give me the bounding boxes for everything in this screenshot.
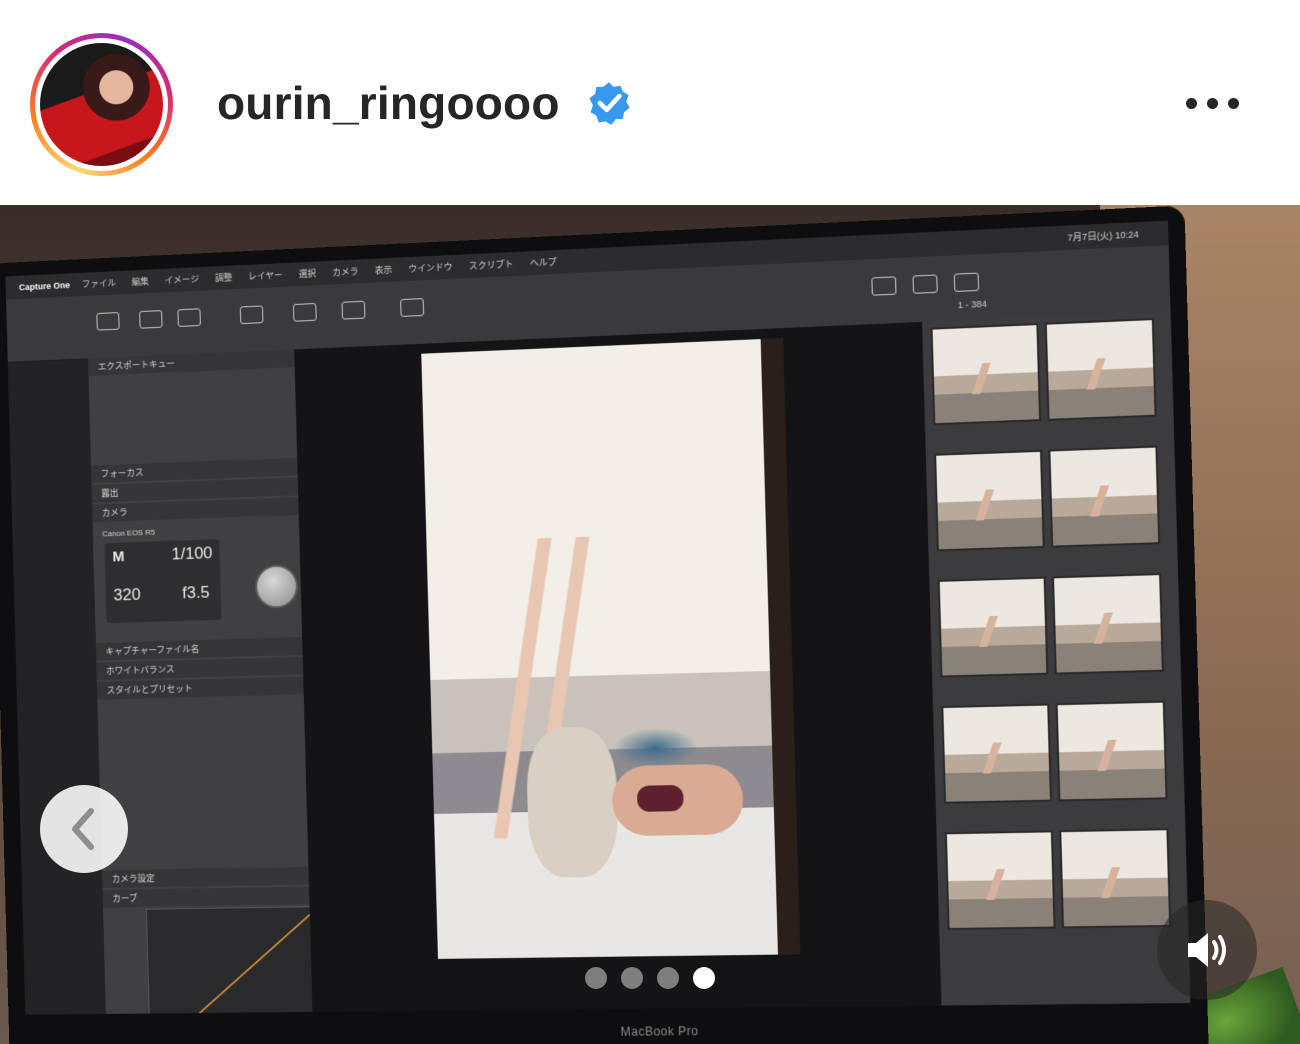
app-name: Capture One — [18, 280, 71, 293]
menu-select: 選択 — [298, 268, 317, 280]
post-header: ourin_ringoooo — [0, 0, 1300, 205]
image-range: 1 - 384 — [957, 298, 987, 311]
menu-script: スクリプト — [468, 259, 514, 272]
menu-adjust: 調整 — [214, 272, 233, 284]
iso-value: 320 — [113, 585, 141, 605]
carousel-dot-active — [693, 967, 715, 989]
thumbnail — [1044, 318, 1157, 421]
grid-icon — [177, 308, 201, 327]
curve-line — [147, 907, 322, 1015]
menu-window: ウインドウ — [408, 261, 453, 274]
shutter-knob — [254, 564, 299, 609]
story-ring[interactable] — [30, 33, 173, 176]
grid-view-icon — [912, 274, 938, 294]
previous-button[interactable] — [40, 785, 128, 873]
carousel-dot — [585, 967, 607, 989]
aperture-value: f3.5 — [182, 582, 210, 603]
undo-icon — [341, 300, 366, 320]
import-icon — [96, 312, 120, 331]
photo-subject-sweater — [525, 726, 620, 878]
viewer-icon — [871, 276, 897, 296]
thumbnail — [934, 449, 1045, 552]
macbook-label: MacBook Pro — [620, 1024, 699, 1039]
thumbnail — [941, 703, 1053, 804]
thumbnail — [1051, 572, 1164, 675]
tool-panel: エクスポートキュー フォーカス 露出 カメラ Canon EOS R5 M 1/… — [88, 349, 312, 1015]
section-curve: カーブ — [102, 886, 310, 908]
reset-icon — [292, 302, 317, 322]
carousel-indicator — [585, 965, 720, 991]
auto-adjust-icon — [400, 298, 425, 317]
thumbnail — [1055, 700, 1168, 802]
chevron-left-icon — [72, 808, 94, 850]
menu-edit: 編集 — [131, 276, 150, 287]
avatar[interactable] — [40, 43, 163, 166]
warning-icon — [953, 272, 980, 293]
export-icon — [139, 310, 163, 329]
section-camera-settings: カメラ設定 — [102, 866, 309, 888]
carousel-dot — [621, 967, 643, 989]
verified-badge-icon — [589, 82, 630, 125]
menu-file: ファイル — [81, 277, 117, 290]
menu-help: ヘルプ — [529, 256, 557, 269]
camera-readout: M 1/100 320 f3.5 — [104, 539, 222, 624]
menu-camera: カメラ — [332, 266, 359, 278]
username[interactable]: ourin_ringoooo — [217, 76, 560, 130]
sound-button[interactable] — [1157, 900, 1257, 1000]
carousel-dot — [657, 967, 679, 989]
thumbnail — [930, 323, 1042, 426]
post-media[interactable]: Capture One ファイル 編集 イメージ 調整 レイヤー 選択 カメラ … — [0, 205, 1300, 1044]
speaker-icon — [1188, 933, 1226, 967]
tether-icon — [239, 305, 264, 325]
menu-image: イメージ — [164, 274, 200, 286]
thumbnail — [1059, 828, 1172, 929]
laptop-screen: Capture One ファイル 編集 イメージ 調整 レイヤー 選択 カメラ … — [5, 220, 1191, 1015]
menubar-clock: 7月7日(火) 10:24 — [1067, 229, 1139, 243]
more-options-icon[interactable] — [1180, 90, 1246, 118]
menu-layer: レイヤー — [248, 270, 283, 282]
laptop: Capture One ファイル 編集 イメージ 調整 レイヤー 選択 カメラ … — [0, 205, 1210, 1044]
photo-subject-top — [636, 784, 684, 812]
thumbnail-browser — [922, 311, 1191, 1006]
thumbnail — [1048, 445, 1161, 548]
image-viewer — [294, 321, 942, 1012]
thumbnail — [944, 830, 1056, 931]
section-styles: スタイルとプリセット — [96, 676, 304, 700]
curve-graph — [146, 906, 323, 1015]
shutter-speed: 1/100 — [171, 543, 213, 564]
main-photo — [421, 338, 801, 959]
thumbnail — [937, 576, 1049, 678]
menu-view: 表示 — [374, 264, 393, 276]
exposure-mode: M — [112, 548, 125, 566]
